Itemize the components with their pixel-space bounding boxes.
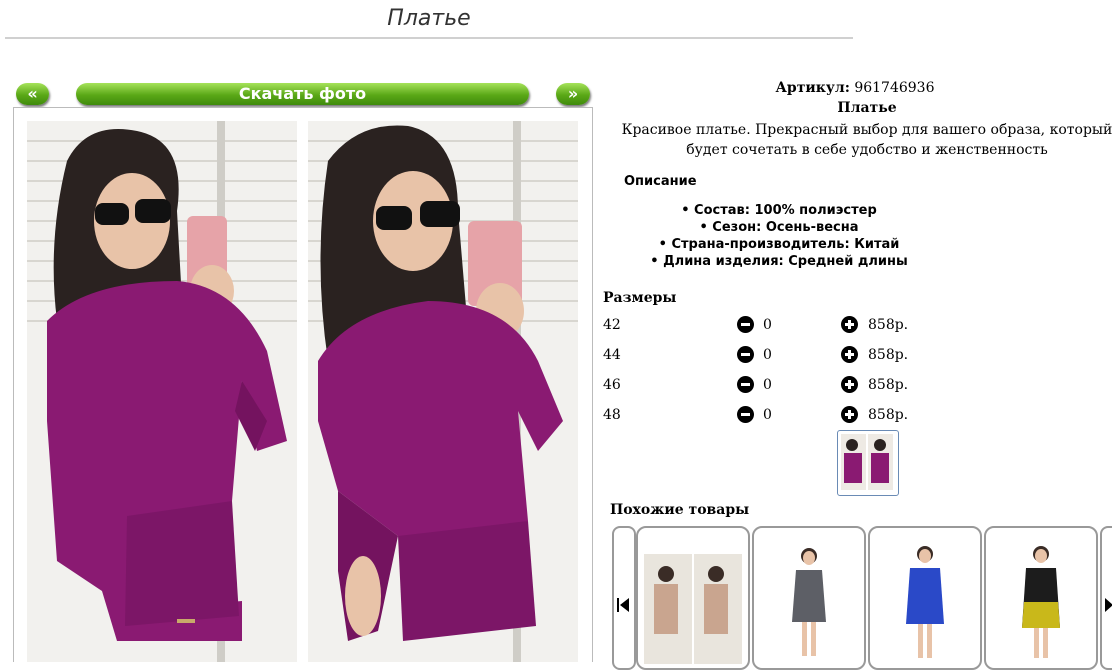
sku-line: Артикул: 961746936: [598, 80, 1112, 96]
photo-thumbnail[interactable]: [837, 430, 899, 496]
minus-circle-icon[interactable]: [737, 406, 754, 423]
minus-circle-icon[interactable]: [737, 316, 754, 333]
size-label: 48: [603, 407, 621, 423]
plus-circle-icon[interactable]: [841, 316, 858, 333]
download-photo-button[interactable]: Скачать фото: [76, 83, 529, 105]
size-row: 42 0 858р.: [603, 315, 1003, 335]
product-photo-left[interactable]: [27, 121, 297, 662]
size-qty: 0: [763, 347, 772, 363]
next-photo-button[interactable]: »: [556, 83, 590, 105]
plus-circle-icon[interactable]: [841, 376, 858, 393]
size-row: 44 0 858р.: [603, 345, 1003, 365]
feature-item: Страна-производитель: Китай: [598, 236, 1112, 253]
similar-prev-button[interactable]: [612, 526, 636, 670]
page-title: Платье: [387, 6, 471, 31]
details-heading: Описание: [624, 174, 697, 189]
feature-list: Состав: 100% полиэстер Сезон: Осень-весн…: [598, 202, 1112, 270]
size-label: 46: [603, 377, 621, 393]
size-label: 42: [603, 317, 621, 333]
similar-product-card[interactable]: [868, 526, 982, 670]
similar-next-button[interactable]: [1100, 526, 1112, 670]
size-price: 858р.: [868, 407, 909, 423]
size-qty: 0: [763, 377, 772, 393]
size-row: 46 0 858р.: [603, 375, 1003, 395]
product-photo-right[interactable]: [308, 121, 578, 662]
minus-circle-icon[interactable]: [737, 376, 754, 393]
similar-product-card[interactable]: [984, 526, 1098, 670]
plus-circle-icon[interactable]: [841, 406, 858, 423]
size-price: 858р.: [868, 377, 909, 393]
size-price: 858р.: [868, 347, 909, 363]
sku-label: Артикул:: [775, 80, 850, 96]
prev-photo-button[interactable]: «: [16, 83, 49, 105]
title-divider: [5, 37, 853, 39]
skip-forward-icon: [1105, 598, 1112, 612]
product-description: Красивое платье. Прекрасный выбор для ва…: [621, 122, 1112, 158]
sku-value: 961746936: [854, 80, 935, 96]
size-label: 44: [603, 347, 621, 363]
product-name: Платье: [837, 100, 897, 116]
feature-item: Длина изделия: Средней длины: [598, 253, 1112, 270]
skip-back-icon: [617, 598, 629, 612]
plus-circle-icon[interactable]: [841, 346, 858, 363]
sizes-heading: Размеры: [603, 290, 677, 306]
product-photo-frame: [13, 107, 593, 662]
size-price: 858р.: [868, 317, 909, 333]
similar-product-card[interactable]: [636, 526, 750, 670]
minus-circle-icon[interactable]: [737, 346, 754, 363]
size-row: 48 0 858р.: [603, 405, 1003, 425]
similar-product-card[interactable]: [752, 526, 866, 670]
size-qty: 0: [763, 317, 772, 333]
similar-heading: Похожие товары: [610, 502, 750, 518]
feature-item: Состав: 100% полиэстер: [598, 202, 1112, 219]
size-qty: 0: [763, 407, 772, 423]
feature-item: Сезон: Осень-весна: [598, 219, 1112, 236]
